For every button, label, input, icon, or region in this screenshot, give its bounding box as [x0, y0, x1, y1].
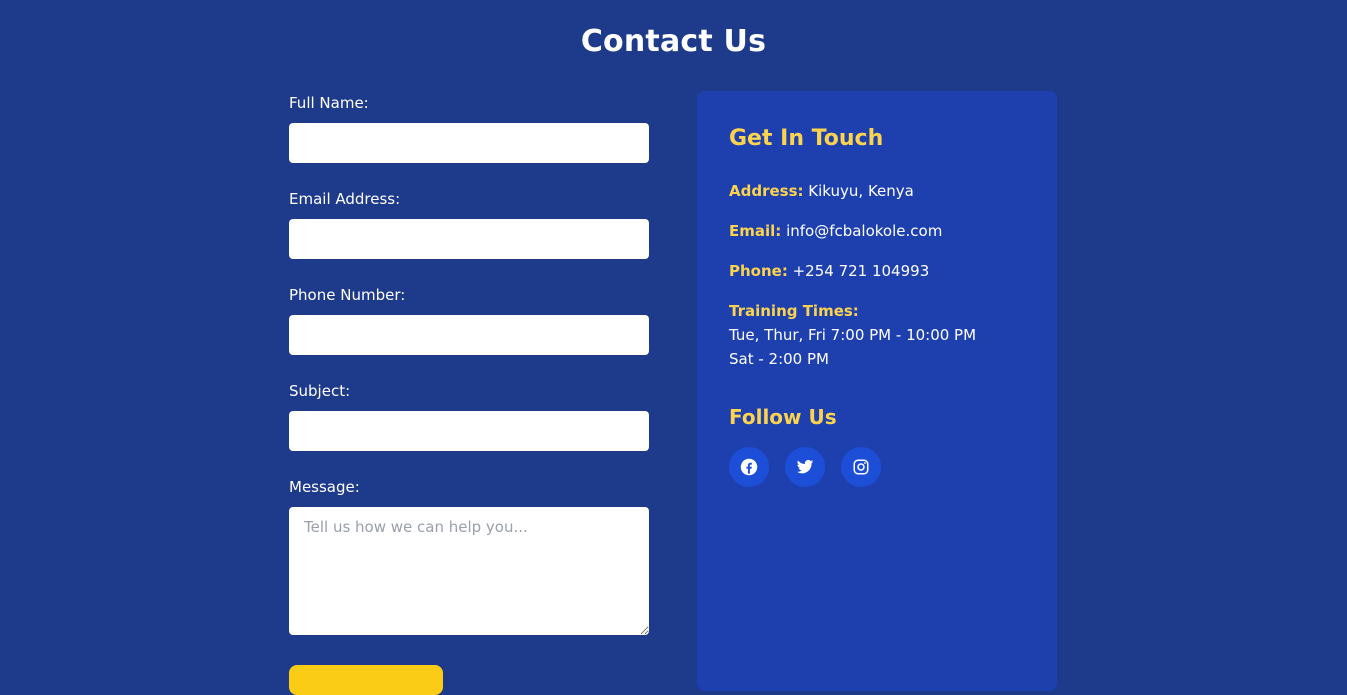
email-field-group: Email Address: [289, 188, 649, 259]
page-title: Contact Us [580, 24, 767, 59]
follow-us-heading: Follow Us [729, 405, 837, 429]
training-times-line-2: Sat - 2:00 PM [729, 350, 829, 368]
message-textarea[interactable] [289, 507, 649, 635]
get-in-touch-heading: Get In Touch [729, 126, 884, 151]
subject-label: Subject: [289, 382, 351, 400]
email-line: Email: info@fcbalokole.com [729, 219, 942, 243]
phone-input[interactable] [289, 315, 649, 355]
instagram-link[interactable] [841, 447, 881, 487]
instagram-icon [852, 458, 870, 476]
subject-field-group: Subject: [289, 380, 649, 451]
training-times-line-1: Tue, Thur, Fri 7:00 PM - 10:00 PM [729, 326, 977, 344]
phone-line: Phone: +254 721 104993 [729, 259, 929, 283]
phone-value: +254 721 104993 [792, 262, 930, 280]
twitter-link[interactable] [785, 447, 825, 487]
contact-info-panel: Get In Touch Address: Kikuyu, Kenya Emai… [697, 91, 1057, 691]
training-times-key: Training Times: [729, 302, 859, 320]
message-field-group: Message: [289, 476, 649, 635]
address-value: Kikuyu, Kenya [808, 182, 914, 200]
address-key: Address: [729, 182, 804, 200]
email-input[interactable] [289, 219, 649, 259]
email-label: Email Address: [289, 190, 401, 208]
twitter-icon [796, 458, 814, 476]
facebook-link[interactable] [729, 447, 769, 487]
message-label: Message: [289, 478, 360, 496]
phone-field-group: Phone Number: [289, 284, 649, 355]
email-key: Email: [729, 222, 782, 240]
training-times: Training Times: Tue, Thur, Fri 7:00 PM -… [729, 299, 976, 371]
contact-form: Full Name: Email Address: Phone Number: … [289, 92, 649, 635]
submit-button[interactable] [289, 665, 443, 695]
full-name-input[interactable] [289, 123, 649, 163]
subject-input[interactable] [289, 411, 649, 451]
phone-key: Phone: [729, 262, 788, 280]
address-line: Address: Kikuyu, Kenya [729, 179, 914, 203]
facebook-icon [740, 458, 758, 476]
full-name-label: Full Name: [289, 94, 369, 112]
full-name-field-group: Full Name: [289, 92, 649, 163]
phone-label: Phone Number: [289, 286, 406, 304]
email-value: info@fcbalokole.com [786, 222, 943, 240]
